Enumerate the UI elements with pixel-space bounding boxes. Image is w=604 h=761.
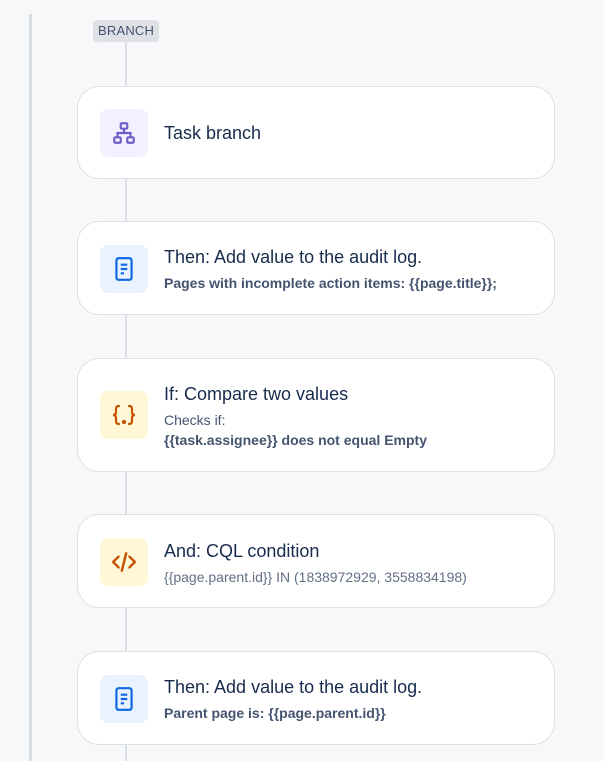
rule-component-task-branch[interactable]: Task branch: [77, 86, 555, 179]
branch-tag: BRANCH: [93, 20, 160, 42]
document-icon: [100, 675, 148, 723]
component-title: Then: Add value to the audit log.: [164, 677, 423, 697]
component-title: And: CQL condition: [164, 541, 320, 561]
component-title: If: Compare two values: [164, 384, 349, 404]
curly-braces-icon: [100, 391, 148, 439]
component-title: Then: Add value to the audit log.: [164, 247, 423, 267]
component-detail: Parent page is: {{page.parent.id}}: [164, 705, 386, 721]
rule-component-audit-log[interactable]: Then: Add value to the audit log. Parent…: [77, 651, 555, 745]
component-detail: {{page.parent.id}} IN (1838972929, 35588…: [164, 569, 467, 585]
rule-component-audit-log[interactable]: Then: Add value to the audit log. Pages …: [77, 221, 555, 315]
code-icon: [100, 538, 148, 586]
tree-structure-icon: [100, 109, 148, 157]
rule-component-compare-values[interactable]: If: Compare two values Checks if: {{task…: [77, 358, 555, 472]
component-label: Checks if:: [164, 412, 226, 428]
document-icon: [100, 245, 148, 293]
outer-rail: [29, 14, 32, 761]
rule-component-cql-condition[interactable]: And: CQL condition {{page.parent.id}} IN…: [77, 514, 555, 608]
component-detail: {{task.assignee}} does not equal Empty: [164, 432, 427, 448]
component-title: Task branch: [164, 123, 262, 143]
component-detail: Pages with incomplete action items: {{pa…: [164, 275, 497, 291]
